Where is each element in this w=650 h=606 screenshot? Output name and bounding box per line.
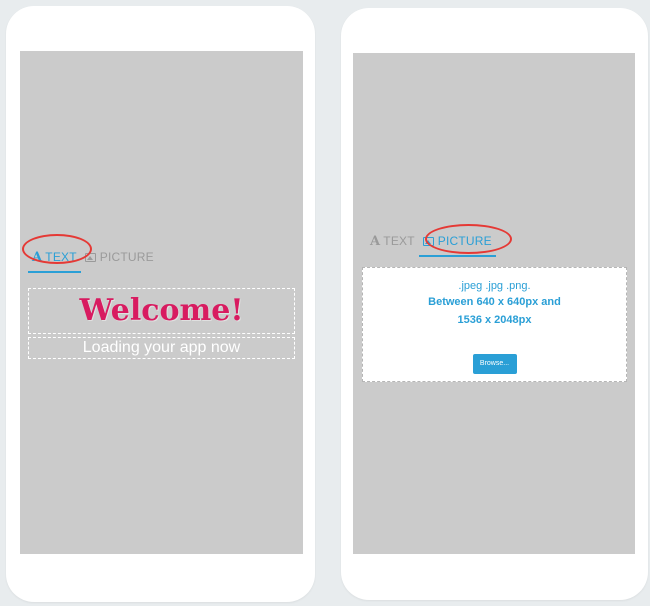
- tab-picture[interactable]: PICTURE: [81, 247, 158, 267]
- tab-text[interactable]: A TEXT: [28, 247, 81, 273]
- tab-picture-label: PICTURE: [437, 234, 492, 248]
- phone-preview-text: A TEXT PICTURE Welcome! Loading your app…: [6, 6, 315, 602]
- welcome-text-field[interactable]: Welcome!: [28, 288, 295, 334]
- tab-picture-label: PICTURE: [99, 250, 154, 264]
- browse-button[interactable]: Browse...: [472, 354, 517, 374]
- content-type-tabs: A TEXT PICTURE: [28, 247, 158, 273]
- phone-screen: A TEXT PICTURE .jpeg .jpg .png. Between …: [353, 53, 635, 554]
- text-icon: A: [370, 233, 381, 249]
- text-icon: A: [32, 249, 43, 265]
- image-upload-dropzone[interactable]: .jpeg .jpg .png. Between 640 x 640px and…: [362, 267, 627, 382]
- phone-screen: A TEXT PICTURE Welcome! Loading your app…: [20, 51, 303, 554]
- welcome-heading: Welcome!: [79, 293, 244, 328]
- picture-icon: [422, 236, 434, 246]
- size-requirement-line1: Between 640 x 640px and: [428, 296, 561, 308]
- picture-icon: [84, 252, 96, 262]
- allowed-formats: .jpeg .jpg .png.: [458, 280, 531, 292]
- tab-text-label: TEXT: [383, 234, 415, 248]
- tab-text-label: TEXT: [45, 250, 77, 264]
- loading-subtitle: Loading your app now: [82, 339, 241, 356]
- phone-preview-picture: A TEXT PICTURE .jpeg .jpg .png. Between …: [341, 8, 648, 600]
- loading-text-field[interactable]: Loading your app now: [28, 337, 295, 359]
- tab-text[interactable]: A TEXT: [366, 231, 419, 251]
- size-requirement-line2: 1536 x 2048px: [457, 314, 532, 326]
- tab-picture[interactable]: PICTURE: [418, 231, 496, 257]
- content-type-tabs: A TEXT PICTURE: [366, 231, 496, 257]
